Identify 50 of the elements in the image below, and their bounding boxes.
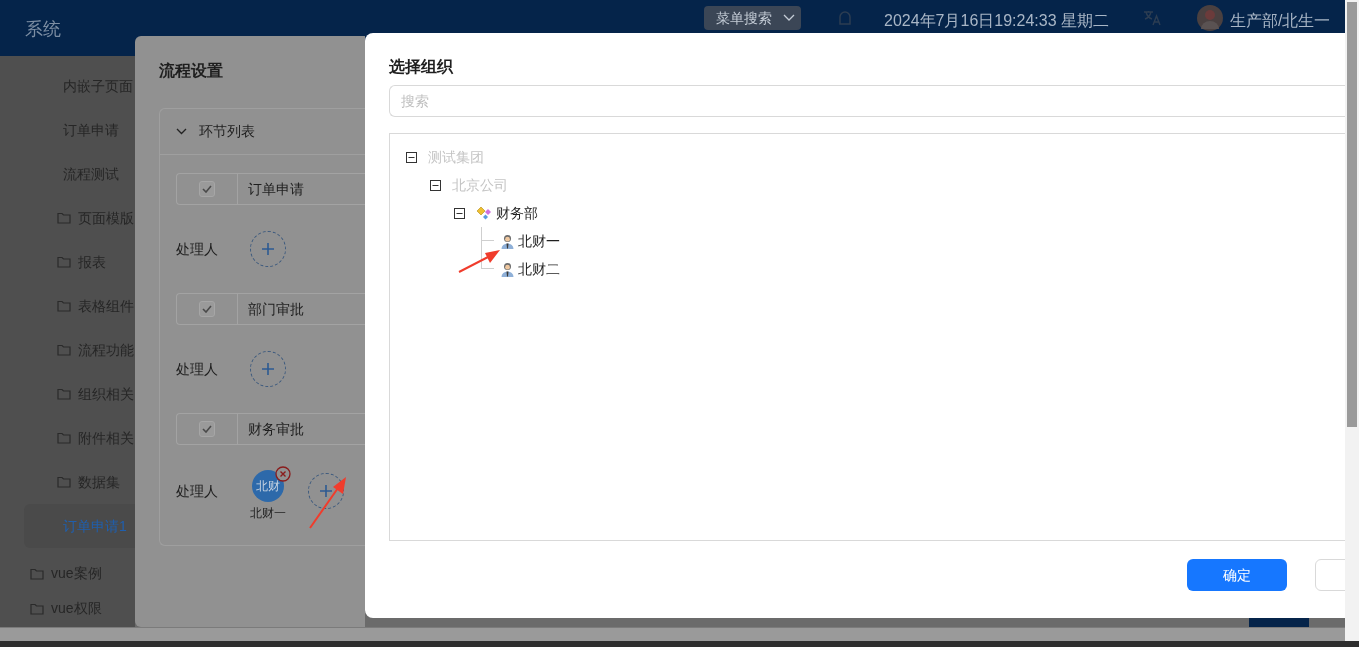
step-field[interactable]: 财务审批 xyxy=(176,413,365,445)
sidebar-item[interactable]: 订单申请1 xyxy=(24,504,135,548)
chevron-icon xyxy=(176,128,187,135)
scrollbar-thumb[interactable] xyxy=(1347,2,1357,427)
bell-icon[interactable] xyxy=(838,10,852,26)
app-title: 系统 xyxy=(25,18,61,41)
folder-icon xyxy=(57,300,71,312)
folder-icon xyxy=(57,212,71,224)
checkbox[interactable] xyxy=(199,181,215,197)
folder-icon xyxy=(57,388,71,400)
step-field[interactable]: 订单申请 xyxy=(176,173,365,205)
search-field[interactable]: 搜索 xyxy=(389,85,1345,117)
checkbox[interactable] xyxy=(199,301,215,317)
field-label: 处理人 xyxy=(176,239,219,259)
person-icon xyxy=(500,261,515,277)
plus-icon xyxy=(261,362,275,376)
date-time: 2024年7月16日19:24:33 星期二 xyxy=(884,11,1109,31)
dialog-title: 流程设置 xyxy=(159,61,223,81)
person-icon xyxy=(500,233,515,249)
avatar-icon[interactable] xyxy=(1197,5,1223,31)
menu-search-dropdown[interactable]: 菜单搜索 xyxy=(704,6,801,30)
check-icon xyxy=(202,425,212,433)
folder-icon xyxy=(57,256,71,268)
check-icon xyxy=(202,185,212,193)
section-title: 环节列表 xyxy=(199,122,255,141)
confirm-button[interactable]: 确定 xyxy=(1187,559,1287,591)
user-avatar: 北财 xyxy=(252,470,284,502)
folder-icon xyxy=(30,567,44,580)
plus-icon xyxy=(319,484,333,498)
translate-icon[interactable] xyxy=(1143,10,1161,26)
plus-icon xyxy=(261,242,275,256)
scrollbar[interactable] xyxy=(0,627,1345,641)
field-label: 处理人 xyxy=(176,359,219,379)
folder-icon xyxy=(30,602,44,615)
dialog-title: 选择组织 xyxy=(389,57,453,77)
remove-icon[interactable] xyxy=(275,466,291,482)
folder-icon xyxy=(57,432,71,444)
sidebar-label: 订单申请1 xyxy=(63,516,127,536)
checkbox[interactable] xyxy=(199,421,215,437)
folder-icon xyxy=(57,344,71,356)
check-icon xyxy=(202,305,212,313)
arrow-annotation xyxy=(458,250,500,273)
user-name[interactable]: 生产部/北生一 xyxy=(1230,9,1331,33)
chevron-down-icon xyxy=(783,14,795,22)
user-name: 北财一 xyxy=(250,505,286,522)
department-icon xyxy=(476,205,493,221)
field-label: 处理人 xyxy=(176,481,219,501)
step-field[interactable]: 部门审批 xyxy=(176,293,365,325)
folder-icon xyxy=(57,476,71,488)
arrow-annotation xyxy=(309,477,346,529)
